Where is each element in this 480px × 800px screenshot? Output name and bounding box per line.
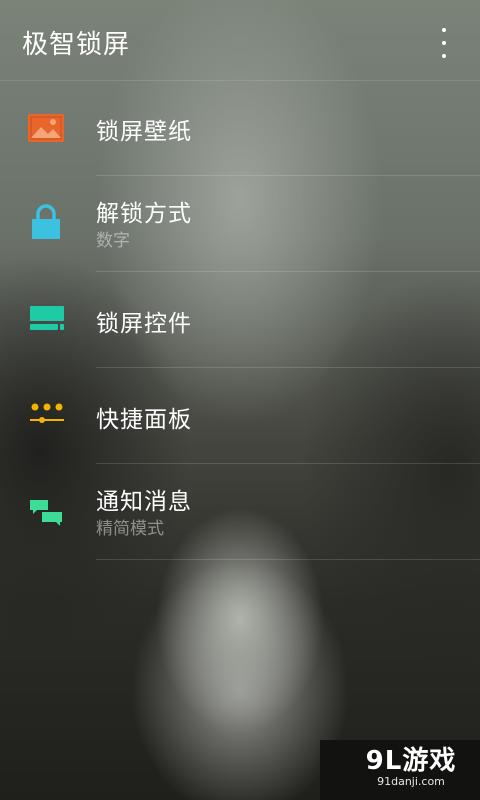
chat-bubbles-icon xyxy=(28,496,68,528)
settings-item-notifications[interactable]: 通知消息 精简模式 xyxy=(0,464,480,560)
app-title: 极智锁屏 xyxy=(22,30,131,60)
settings-item-label: 锁屏壁纸 xyxy=(96,119,192,145)
lock-icon xyxy=(28,204,68,240)
settings-item-wallpaper[interactable]: 锁屏壁纸 xyxy=(0,80,480,176)
settings-item-quick-panel[interactable]: 快捷面板 xyxy=(0,368,480,464)
quick-panel-icon xyxy=(28,400,68,432)
settings-item-label: 锁屏控件 xyxy=(96,311,192,337)
settings-item-unlock-method[interactable]: 解锁方式 数字 xyxy=(0,176,480,272)
overflow-dot xyxy=(442,28,446,32)
settings-item-value: 精简模式 xyxy=(96,519,164,539)
more-vert-icon[interactable] xyxy=(434,28,454,58)
app-bar: 极智锁屏 xyxy=(0,0,480,81)
overflow-dot xyxy=(442,41,446,45)
background-highlight xyxy=(130,560,350,800)
lock-screen-settings: 极智锁屏 锁屏壁纸 解锁方式 数字 锁屏控件 快捷面板 通知消息 精简模式 9L… xyxy=(0,0,480,800)
settings-list: 锁屏壁纸 解锁方式 数字 锁屏控件 快捷面板 通知消息 精简模式 xyxy=(0,80,480,560)
settings-item-widgets[interactable]: 锁屏控件 xyxy=(0,272,480,368)
watermark: 9L游戏 91danji.com xyxy=(356,740,466,788)
settings-item-label: 快捷面板 xyxy=(96,407,192,433)
watermark-logo: 9L游戏 xyxy=(365,746,457,776)
settings-item-value: 数字 xyxy=(96,231,130,251)
divider xyxy=(96,559,480,560)
settings-item-label: 通知消息 xyxy=(96,489,192,515)
widget-icon xyxy=(28,304,68,336)
overflow-dot xyxy=(442,54,446,58)
settings-item-label: 解锁方式 xyxy=(96,201,192,227)
wallpaper-icon xyxy=(28,112,68,144)
